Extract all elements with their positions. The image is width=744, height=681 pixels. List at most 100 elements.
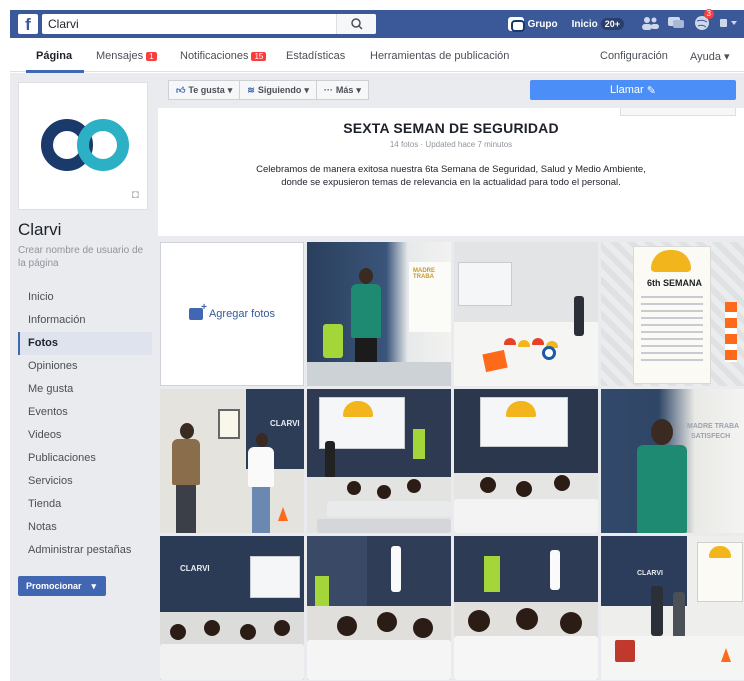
top-navigation-bar: f Clarvi Grupo Inicio 20+ 3 — [10, 8, 744, 38]
brand-text: CLARVI — [637, 570, 663, 577]
page-name[interactable]: Clarvi — [18, 220, 152, 240]
search-value: Clarvi — [48, 17, 79, 31]
projection-screen — [458, 262, 512, 306]
album-description: Celebramos de manera exitosa nuestra 6ta… — [256, 164, 646, 188]
group-label: Grupo — [527, 18, 558, 30]
chevron-down-icon: ▾ — [227, 84, 233, 95]
sidebar-item-administrar-pestanas[interactable]: Administrar pestañas — [18, 539, 152, 562]
clarvi-logo-icon — [41, 119, 129, 171]
framed-picture — [218, 409, 240, 439]
photo-presenters-poster[interactable]: CLARVI — [601, 536, 744, 680]
poster-text-lines — [641, 296, 703, 366]
photo-audience-speaker[interactable] — [307, 536, 451, 680]
search-button[interactable] — [336, 14, 376, 34]
sidebar-item-opiniones[interactable]: Opiniones — [18, 355, 152, 378]
sidebar-item-eventos[interactable]: Eventos — [18, 401, 152, 424]
tab-notificaciones[interactable]: Notificaciones 15 — [180, 50, 267, 62]
audience-head — [560, 612, 582, 634]
tab-label: Herramientas de publicación — [370, 50, 510, 62]
call-button[interactable]: Llamar ✎ — [530, 80, 736, 100]
group-shortcut[interactable]: Grupo — [507, 17, 558, 32]
person-head — [359, 268, 373, 284]
photo-audience-slide-2[interactable] — [454, 389, 598, 533]
like-button[interactable]: 👍︎ Te gusta ▾ — [168, 80, 241, 100]
audience-shirts — [454, 636, 598, 680]
sidebar-item-informacion[interactable]: Información — [18, 309, 152, 332]
notifications-globe-icon[interactable]: 3 — [692, 8, 714, 34]
sidebar-item-notas[interactable]: Notas — [18, 516, 152, 539]
sidebar-item-videos[interactable]: Videos — [18, 424, 152, 447]
tab-herramientas[interactable]: Herramientas de publicación — [370, 50, 509, 62]
helmet — [532, 338, 544, 345]
presenter — [325, 441, 335, 481]
search-icon — [351, 18, 363, 30]
brand-text: CLARVI — [270, 419, 300, 428]
tab-configuracion[interactable]: Configuración — [600, 50, 668, 62]
following-button[interactable]: ≋ Siguiendo ▾ — [240, 80, 317, 100]
tab-label: Configuración — [600, 50, 668, 62]
page-tabs-bar: Página Mensajes 1 Notificaciones 15 Estadí… — [10, 38, 744, 73]
helmet — [518, 340, 530, 347]
home-link[interactable]: Inicio 20+ — [572, 18, 624, 30]
create-username-link[interactable]: Crear nombre de usuario de la página — [18, 244, 152, 270]
standing-person — [574, 296, 584, 336]
sidebar-item-fotos[interactable]: Fotos — [18, 332, 152, 355]
sidebar-item-me-gusta[interactable]: Me gusta — [18, 378, 152, 401]
call-label: Llamar — [610, 84, 644, 96]
photo-poster[interactable]: 6th SEMANA — [601, 242, 744, 386]
sidebar-item-publicaciones[interactable]: Publicaciones — [18, 447, 152, 470]
following-label: Siguiendo — [257, 85, 302, 95]
person-shirt — [248, 447, 274, 487]
person-head — [651, 419, 673, 445]
photo-speaker-closeup[interactable]: MADRE TRABA SATISFECH — [601, 389, 744, 533]
album-options-strip[interactable] — [620, 108, 736, 116]
traffic-cone — [278, 507, 288, 521]
tab-estadisticas[interactable]: Estadísticas — [286, 50, 345, 62]
photo-audience-back[interactable]: CLARVI — [160, 536, 304, 680]
audience-head — [480, 477, 496, 493]
tab-pagina[interactable]: Página — [25, 50, 85, 73]
audience-head — [516, 481, 532, 497]
person-body — [351, 284, 381, 338]
person-body — [637, 445, 687, 533]
like-label: Te gusta — [188, 85, 225, 95]
friend-requests-icon[interactable] — [640, 16, 660, 33]
photo-audience-slide[interactable] — [307, 389, 451, 533]
pencil-icon: ✎ — [646, 84, 656, 97]
photo-room-screen[interactable] — [454, 242, 598, 386]
facebook-logo-icon[interactable]: f — [18, 14, 38, 34]
more-button[interactable]: ··· Más ▾ — [316, 80, 369, 100]
tab-mensajes[interactable]: Mensajes 1 — [96, 50, 157, 62]
sidebar-item-inicio[interactable]: Inicio — [18, 286, 152, 309]
camera-icon[interactable]: ◘ — [132, 187, 139, 201]
messages-badge: 1 — [146, 52, 157, 61]
profile-picture[interactable]: ◘ — [18, 82, 148, 210]
chair-row — [327, 501, 451, 517]
helmet — [504, 338, 516, 345]
sidebar-item-servicios[interactable]: Servicios — [18, 470, 152, 493]
photo-speaker-green[interactable]: MADRE TRABA — [307, 242, 451, 386]
page-actions: 👍︎ Te gusta ▾ ≋ Siguiendo ▾ ··· Más ▾ — [168, 80, 369, 100]
search-input[interactable]: Clarvi — [42, 14, 376, 34]
audience-head — [337, 616, 357, 636]
album-meta: 14 fotos · Updated hace 7 minutos — [389, 140, 513, 149]
promote-button[interactable]: Promocionar ▾ — [18, 576, 106, 596]
person-legs — [176, 485, 196, 533]
audience-shirts — [307, 640, 451, 680]
notifications-count-badge: 3 — [703, 8, 714, 19]
audience-head — [240, 624, 256, 640]
audience-head — [204, 620, 220, 636]
tab-ayuda[interactable]: Ayuda ▾ — [690, 50, 730, 63]
presenter — [391, 546, 401, 592]
audience-head — [516, 608, 538, 630]
add-photos-tile[interactable]: Agregar fotos — [160, 242, 304, 386]
sidebar-item-tienda[interactable]: Tienda — [18, 493, 152, 516]
photo-two-presenters[interactable]: CLARVI — [160, 389, 304, 533]
photo-audience-mannequin[interactable] — [454, 536, 598, 680]
account-menu-icon[interactable] — [718, 16, 738, 33]
mannequin — [484, 556, 500, 592]
messages-icon[interactable] — [666, 16, 686, 33]
add-photo-icon — [188, 302, 207, 320]
clarvi-mini-logo-icon — [507, 17, 525, 32]
audience-head — [407, 479, 421, 493]
